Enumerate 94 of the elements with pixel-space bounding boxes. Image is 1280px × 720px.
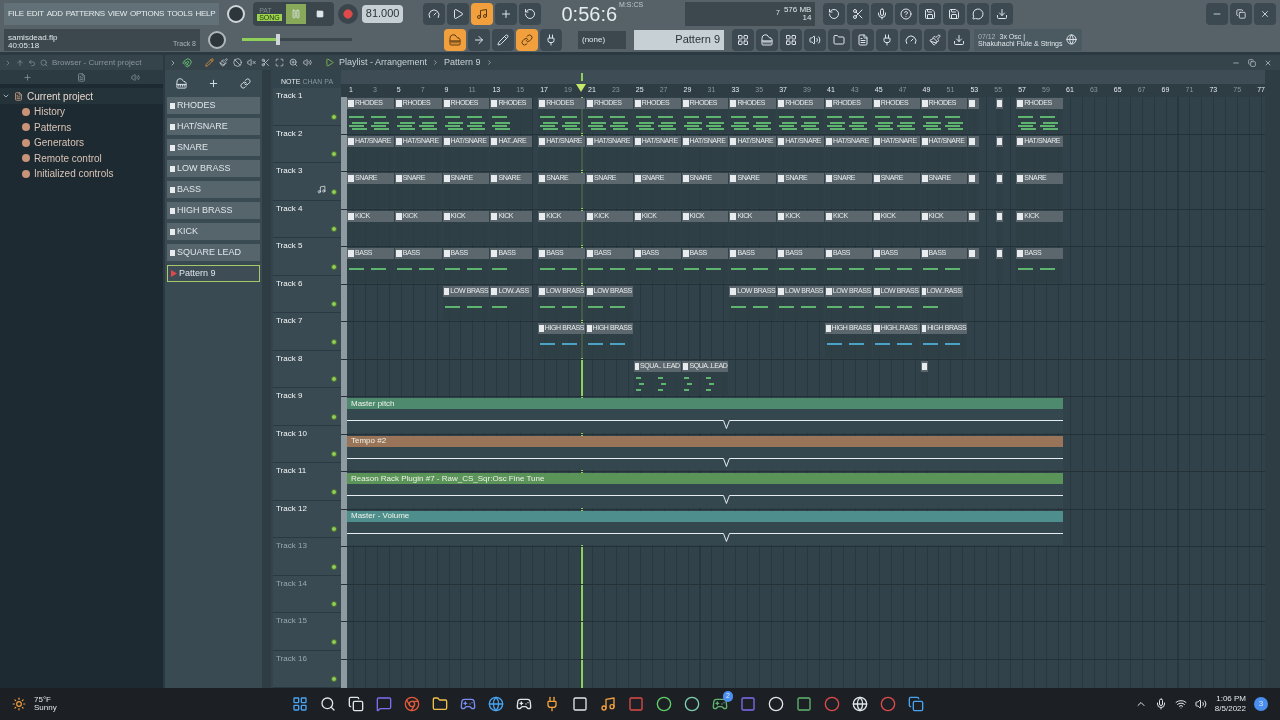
picker-label: KICK xyxy=(177,224,198,238)
polyphony-value: 14 xyxy=(802,13,812,22)
track-name: Track 15 xyxy=(276,615,307,627)
tree-item[interactable]: Patterns xyxy=(0,119,163,135)
picker-label: HIGH BRASS xyxy=(177,203,233,217)
track-header[interactable]: Track 7 xyxy=(273,313,341,351)
clip-label: Master - Volume xyxy=(351,510,410,522)
clock-date: 8/5/2022 xyxy=(1214,704,1246,714)
picker-item[interactable]: HAT/SNARE xyxy=(167,118,260,135)
picker-label: RHODES xyxy=(177,98,216,112)
track-name: Track 9 xyxy=(276,390,303,402)
picker-label: Pattern 9 xyxy=(179,266,216,280)
item-label: Patterns xyxy=(34,120,72,135)
automation-clip[interactable]: Reason Rack Plugin #7 - Raw_CS_Sqr:Osc Fine Tune xyxy=(347,473,1063,508)
file-name: samisdead.flp xyxy=(8,33,58,42)
picker-item[interactable]: LOW BRASS xyxy=(167,160,260,177)
picker-item[interactable]: SQUARE LEAD xyxy=(167,244,260,261)
picker-item[interactable]: HIGH BRASS xyxy=(167,202,260,219)
clock-time: 1:06 PM xyxy=(1216,694,1246,704)
picker-label: HAT/SNARE xyxy=(177,119,228,133)
picker-item[interactable]: RHODES xyxy=(167,97,260,114)
temperature: 75°F xyxy=(34,696,52,704)
track-header[interactable]: Track 12 xyxy=(273,500,341,538)
track-name: Track 13 xyxy=(276,540,307,552)
track-header[interactable]: Track 10 xyxy=(273,425,341,463)
track-name: Track 11 xyxy=(276,465,307,477)
memory-value: 576 MB xyxy=(783,5,812,14)
track-header[interactable]: Track 4 xyxy=(273,200,341,238)
track-header[interactable]: Track 6 xyxy=(273,275,341,313)
picker-label: SNARE xyxy=(177,140,208,154)
menu-item[interactable]: ADD xyxy=(46,7,63,20)
track-name: Track 2 xyxy=(276,127,303,140)
track-header[interactable]: Track 5 xyxy=(273,238,341,276)
track-header[interactable]: Track 8 xyxy=(273,350,341,388)
song-length: 40:05:18 xyxy=(8,41,40,50)
menu-item[interactable]: FILE xyxy=(8,7,24,20)
tree-item[interactable]: History xyxy=(0,104,163,120)
track-name: Track 5 xyxy=(276,240,303,252)
track-header[interactable]: Track 9 xyxy=(273,388,341,426)
time-value: 0:56:6 xyxy=(561,1,618,27)
menu-item[interactable]: HELP xyxy=(195,7,216,20)
menu-item[interactable]: VIEW xyxy=(107,7,128,20)
tree-item[interactable]: Initialized controls xyxy=(0,166,163,182)
clip-label: Master pitch xyxy=(351,397,395,410)
panel-title: Browser - Current project xyxy=(52,56,142,69)
weather-text: Sunny xyxy=(34,704,57,712)
menu-item[interactable]: EDIT xyxy=(26,7,44,20)
automation-clip[interactable]: Tempo #2 xyxy=(347,435,1063,470)
track-header[interactable]: Track 11 xyxy=(273,463,341,501)
track-name: Track 1 xyxy=(276,90,303,102)
automation-clip[interactable]: Master pitch xyxy=(347,398,1063,433)
track-header[interactable]: Track 1 xyxy=(273,88,341,126)
clip-label: Tempo #2 xyxy=(351,435,387,447)
item-label: History xyxy=(34,105,66,120)
item-label: Initialized controls xyxy=(34,167,114,182)
track-header[interactable]: Track 3 xyxy=(273,163,341,201)
notification-count[interactable]: 3 xyxy=(1254,697,1268,711)
track-name: Track 8 xyxy=(276,352,303,365)
window-pattern: Pattern 9 xyxy=(444,55,481,69)
picker-item[interactable]: BASS xyxy=(167,181,260,198)
window-title: Playlist - Arrangement xyxy=(339,55,428,69)
picker-item[interactable]: SNARE xyxy=(167,139,260,156)
item-label: Remote control xyxy=(34,151,102,166)
menu-item[interactable]: OPTIONS xyxy=(130,7,164,20)
menu-item[interactable]: TOOLS xyxy=(167,7,193,20)
track-header[interactable]: Track 14 xyxy=(273,575,341,613)
picker-label: BASS xyxy=(177,182,201,196)
item-label: Generators xyxy=(34,136,85,151)
track-header[interactable]: Track 15 xyxy=(273,613,341,651)
tree-folder[interactable]: Current project xyxy=(0,88,163,104)
snap-selector[interactable]: (none) xyxy=(578,30,626,49)
track-header[interactable]: Track 16 xyxy=(273,650,341,688)
track-header[interactable]: Track 2 xyxy=(273,125,341,163)
clip-label: Reason Rack Plugin #7 - Raw_CS_Sqr:Osc Fine Tune xyxy=(351,472,545,485)
track-name: Track 7 xyxy=(276,315,303,327)
track-name: Track 12 xyxy=(276,502,307,515)
menu-item[interactable]: PATTERNS xyxy=(65,7,105,20)
pattern-selector[interactable]: Pattern 9 xyxy=(634,29,724,50)
track-name: Track 4 xyxy=(276,202,303,215)
track-header[interactable]: Track 13 xyxy=(273,538,341,576)
track-name: Track 16 xyxy=(276,652,307,665)
track-name: Track 14 xyxy=(276,577,307,590)
track-name: Track 6 xyxy=(276,277,303,290)
picker-label: LOW BRASS xyxy=(177,161,231,175)
track-name: Track 3 xyxy=(276,165,303,177)
picker-item[interactable]: Pattern 9 xyxy=(167,265,260,282)
tempo-display[interactable]: 81.000 xyxy=(361,4,404,23)
folder-label: Current project xyxy=(27,89,94,104)
tree-item[interactable]: Generators xyxy=(0,135,163,151)
picker-item[interactable]: KICK xyxy=(167,223,260,240)
picker-label: SQUARE LEAD xyxy=(177,245,242,259)
track-name: Track 10 xyxy=(276,427,307,440)
automation-clip[interactable]: Master - Volume xyxy=(347,510,1063,545)
tree-item[interactable]: Remote control xyxy=(0,150,163,166)
